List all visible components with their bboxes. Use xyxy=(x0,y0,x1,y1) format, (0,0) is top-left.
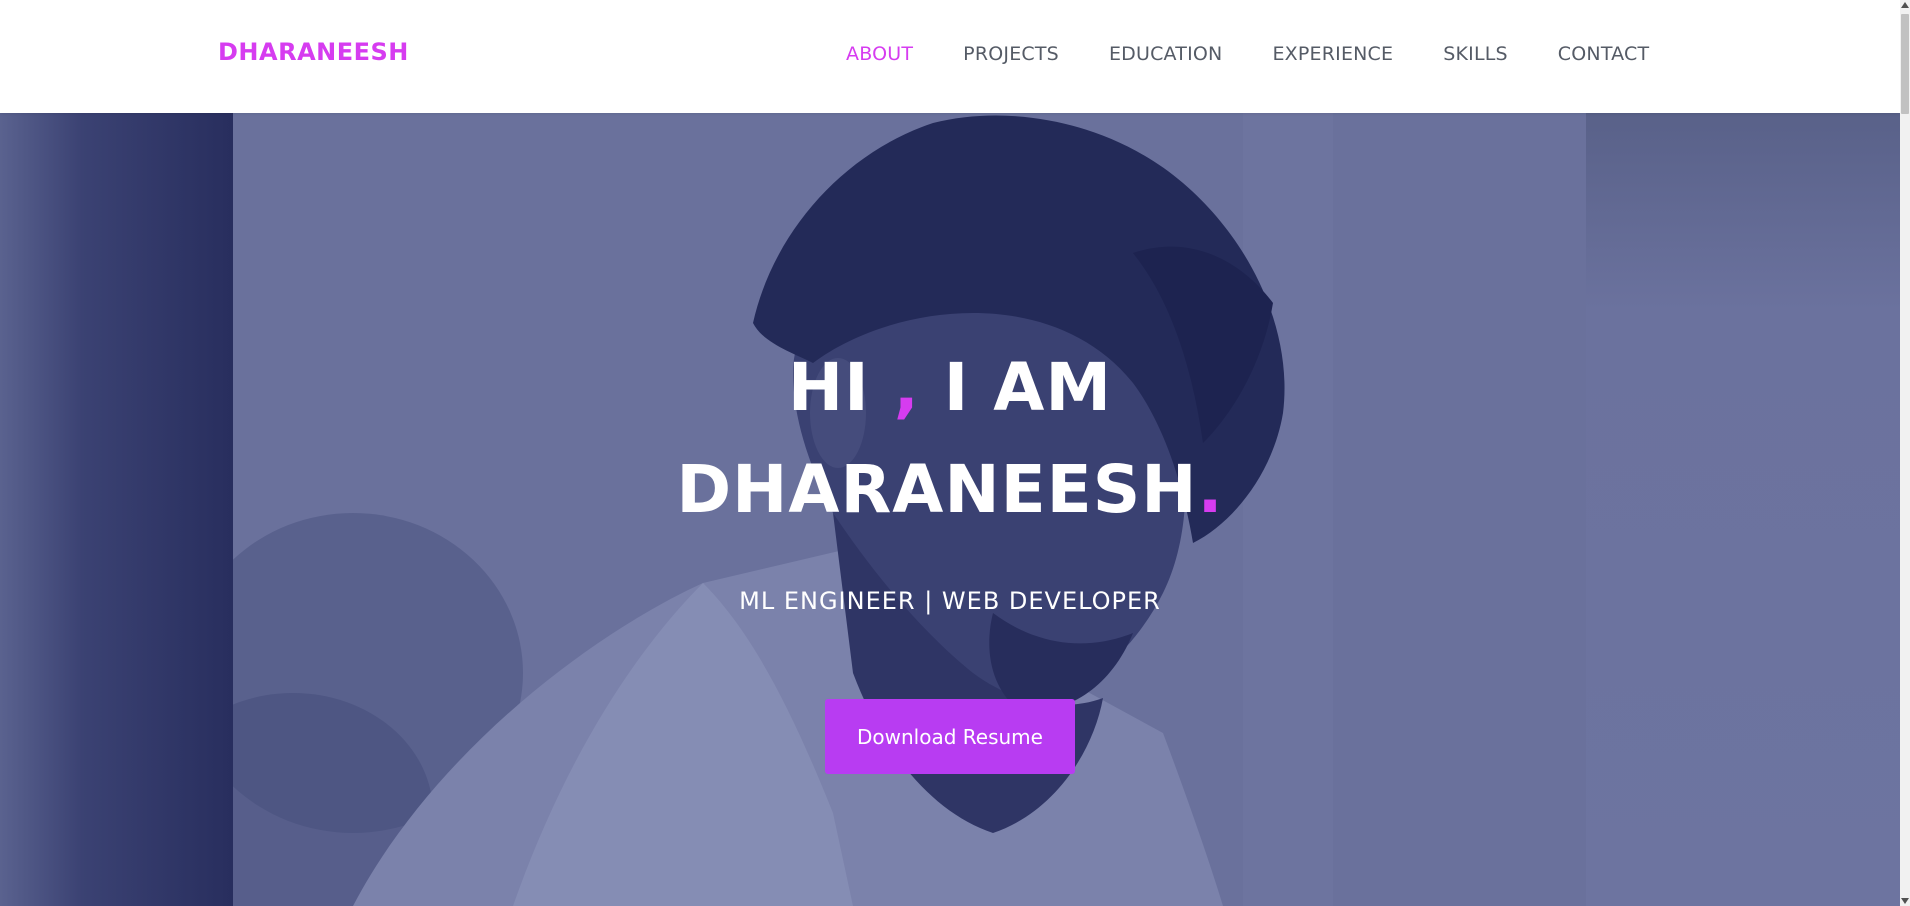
download-resume-button[interactable]: Download Resume xyxy=(825,699,1075,774)
hero-subtitle: ML ENGINEER | WEB DEVELOPER xyxy=(739,587,1161,615)
greeting-text-part1: HI xyxy=(787,349,894,426)
greeting-comma-accent: , xyxy=(893,349,920,426)
nav-item-skills[interactable]: SKILLS xyxy=(1443,43,1508,65)
hero-section: HI , I AM DHARANEESH. ML ENGINEER | WEB … xyxy=(0,113,1900,906)
nav-item-experience[interactable]: EXPERIENCE xyxy=(1272,43,1393,65)
hero-name-text: DHARANEESH xyxy=(676,451,1198,528)
greeting-text-part2: I AM xyxy=(919,349,1113,426)
page-scrollbar[interactable] xyxy=(1900,0,1910,906)
hero-content: HI , I AM DHARANEESH. ML ENGINEER | WEB … xyxy=(0,113,1900,906)
brand-logo-link[interactable]: DHARANEESH xyxy=(218,38,409,66)
nav-item-contact[interactable]: CONTACT xyxy=(1558,43,1650,65)
hero-name-dot-accent: . xyxy=(1197,451,1224,528)
nav-item-projects[interactable]: PROJECTS xyxy=(963,43,1059,65)
scroll-thumb[interactable] xyxy=(1901,14,1909,114)
scroll-down-arrow-icon[interactable] xyxy=(1901,898,1909,904)
nav-item-about[interactable]: ABOUT xyxy=(846,43,913,65)
top-navbar: DHARANEESH ABOUT PROJECTS EDUCATION EXPE… xyxy=(0,0,1900,113)
nav-item-education[interactable]: EDUCATION xyxy=(1109,43,1223,65)
hero-greeting: HI , I AM xyxy=(0,349,1900,426)
hero-name: DHARANEESH. xyxy=(0,451,1900,528)
main-nav: ABOUT PROJECTS EDUCATION EXPERIENCE SKIL… xyxy=(846,43,1649,65)
scroll-up-arrow-icon[interactable] xyxy=(1901,2,1909,8)
